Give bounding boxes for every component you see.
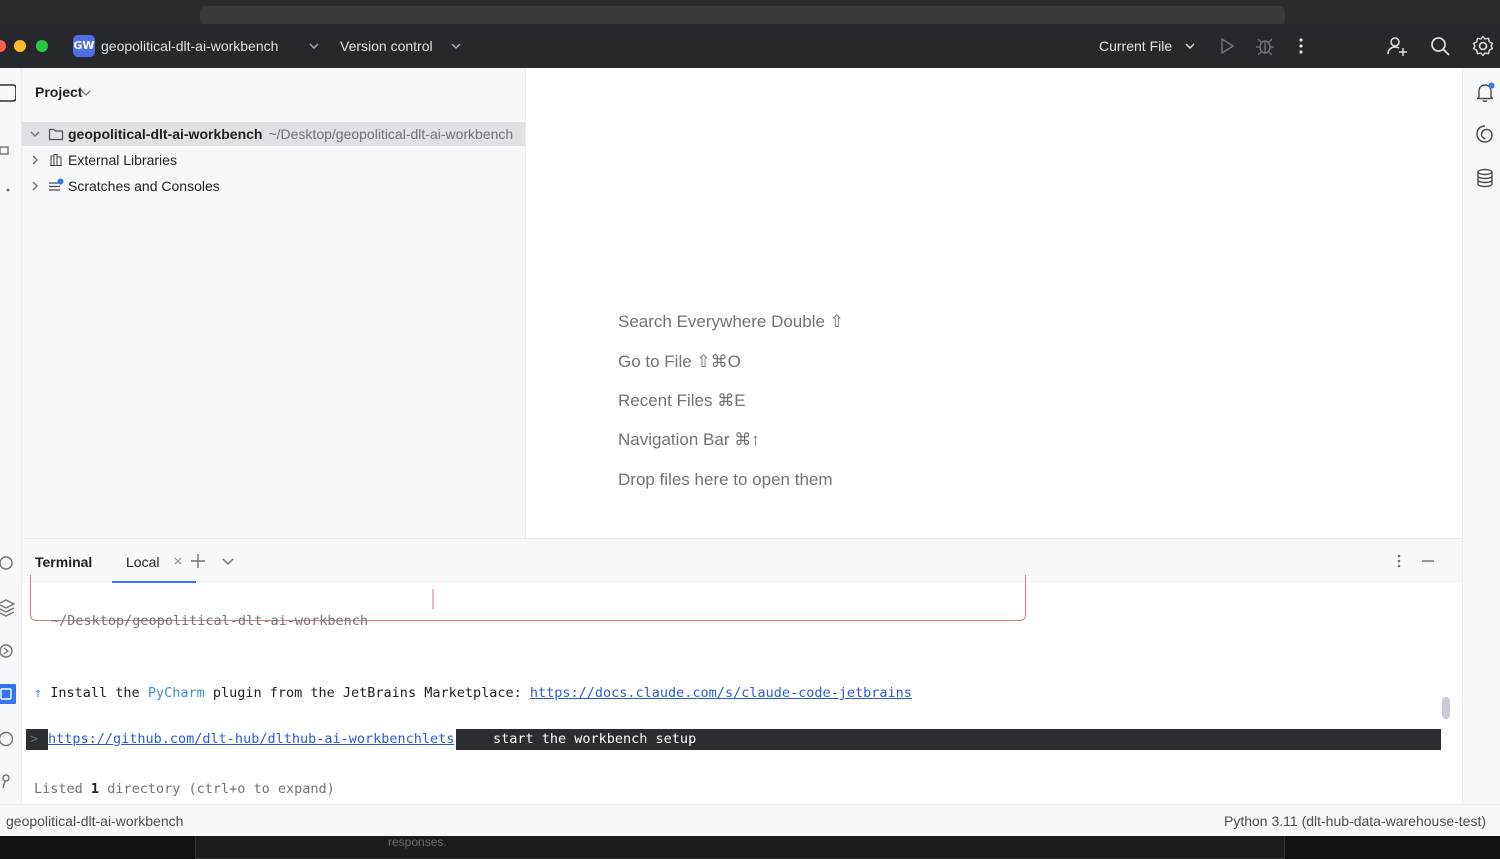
external-libraries-label: External Libraries (68, 152, 177, 168)
install-middle: plugin from the JetBrains Marketplace: (212, 685, 522, 701)
background-browser-strip (0, 0, 1500, 26)
install-link[interactable]: https://docs.claude.com/s/claude-code-je… (530, 685, 912, 701)
chevron-down-icon (451, 43, 461, 49)
chevron-right-icon[interactable] (28, 153, 42, 167)
more-tools-icon[interactable] (0, 178, 16, 200)
welcome-box-path: ~/Desktop/geopolitical-dlt-ai-workbench (51, 613, 368, 629)
git-icon[interactable] (0, 770, 16, 792)
listed-prefix: Listed (34, 781, 83, 797)
problems-icon[interactable] (0, 728, 16, 750)
terminal-scrollbar[interactable] (1442, 697, 1450, 719)
listed-suffix: directory (ctrl+o to expand) (107, 781, 335, 797)
right-tool-strip (1462, 68, 1500, 804)
prompt-text: start the workbench setup (493, 731, 697, 747)
ai-assistant-icon[interactable] (1473, 122, 1497, 146)
install-line: ↑ Install the PyCharm plugin from the Je… (34, 685, 912, 701)
project-name-dropdown[interactable]: geopolitical-dlt-ai-workbench (101, 38, 278, 54)
screen: responses. GW geopolitical-dlt-ai-workbe… (0, 0, 1500, 859)
add-tab-icon[interactable] (188, 551, 208, 571)
install-prefix: Install the (50, 685, 140, 701)
background-window-edge (200, 6, 1285, 26)
database-icon[interactable] (1473, 166, 1497, 190)
install-product: PyCharm (147, 685, 205, 701)
minimize-panel-icon[interactable] (1418, 551, 1438, 571)
background-window-bottom: responses. (0, 836, 1500, 859)
tree-item-project-root[interactable]: geopolitical-dlt-ai-workbench ~/Desktop/g… (22, 122, 525, 146)
left-tool-strip (0, 68, 22, 804)
title-bar: GW geopolitical-dlt-ai-workbench Version… (0, 24, 1500, 68)
more-vert-icon[interactable] (1289, 34, 1313, 58)
install-arrow: ↑ (34, 685, 43, 701)
prompt-marker: > (30, 731, 39, 747)
background-sheet (195, 836, 1285, 859)
add-user-icon[interactable] (1385, 34, 1409, 58)
terminal-tool-icon[interactable] (0, 683, 16, 705)
hint-recent-files: Recent Files ⌘E (618, 391, 746, 410)
minimize-window-button[interactable] (14, 40, 26, 52)
notifications-icon[interactable] (1473, 80, 1497, 104)
listed-count: 1 (90, 781, 100, 797)
libraries-icon (50, 153, 62, 167)
project-badge[interactable]: GW (73, 35, 95, 57)
editor-empty-area[interactable]: Search Everywhere Double ⇧ Go to File ⇧⌘… (526, 68, 1462, 538)
zoom-window-button[interactable] (36, 40, 48, 52)
project-root-path: ~/Desktop/geopolitical-dlt-ai-workbench (268, 126, 514, 142)
tree-item-scratches[interactable]: Scratches and Consoles (22, 174, 525, 198)
run-icon[interactable] (1215, 34, 1239, 58)
folder-icon (48, 128, 64, 141)
chevron-down-icon[interactable] (218, 551, 238, 571)
more-vert-icon[interactable] (1389, 551, 1409, 571)
status-bar: geopolitical-dlt-ai-workbench Python 3.1… (0, 804, 1500, 836)
chevron-down-icon[interactable] (28, 127, 42, 141)
version-control-dropdown[interactable]: Version control (340, 38, 433, 54)
hint-drop-files: Drop files here to open them (618, 470, 833, 489)
hint-go-to-file: Go to File ⇧⌘O (618, 352, 741, 371)
status-project-name[interactable]: geopolitical-dlt-ai-workbench (6, 813, 183, 829)
prompt-link[interactable]: https://github.com/dlt-hub/dlthub-ai-wor… (48, 729, 457, 750)
run-config-dropdown[interactable]: Current File (1099, 38, 1172, 54)
project-root-name: geopolitical-dlt-ai-workbench (68, 126, 263, 142)
ide-window: GW geopolitical-dlt-ai-workbench Version… (0, 24, 1500, 836)
debug-icon[interactable] (1253, 34, 1277, 58)
layers-icon[interactable] (0, 596, 16, 618)
listed-line: Listed 1 directory (ctrl+o to expand) (34, 781, 335, 797)
tree-item-external-libraries[interactable]: External Libraries (22, 148, 525, 172)
welcome-box-separator (432, 589, 434, 609)
hint-navigation-bar: Navigation Bar ⌘↑ (618, 430, 760, 449)
python-packages-icon[interactable] (0, 552, 16, 574)
project-panel-title[interactable]: Project (35, 84, 82, 100)
prompt-line: > https://github.com/dlt-hub/dlthub-ai-w… (26, 729, 1441, 750)
terminal-title: Terminal (35, 554, 93, 570)
services-icon[interactable] (0, 640, 16, 662)
chevron-right-icon[interactable] (28, 179, 42, 193)
project-tool-icon[interactable] (0, 82, 16, 104)
hint-search-everywhere: Search Everywhere Double ⇧ (618, 312, 844, 331)
chevron-down-icon[interactable] (80, 87, 92, 99)
close-tab-icon[interactable] (172, 555, 184, 567)
close-window-button[interactable] (0, 40, 6, 52)
scratches-label: Scratches and Consoles (68, 178, 220, 194)
terminal-panel: Terminal Local ~/Desktop/geopolitical-dl… (22, 538, 1462, 804)
tab-local-label: Local (126, 554, 160, 570)
chevron-down-icon (309, 43, 319, 49)
chevron-down-icon (1185, 43, 1195, 49)
status-interpreter[interactable]: Python 3.11 (dlt-hub-data-warehouse-test… (1224, 813, 1486, 829)
structure-tool-icon[interactable] (0, 140, 16, 162)
settings-icon[interactable] (1471, 34, 1495, 58)
scratches-icon (49, 178, 64, 191)
project-panel: Project geopolitical-dlt-ai-workbench ~/D… (22, 68, 526, 538)
background-text: responses. (388, 835, 447, 849)
search-icon[interactable] (1428, 34, 1452, 58)
